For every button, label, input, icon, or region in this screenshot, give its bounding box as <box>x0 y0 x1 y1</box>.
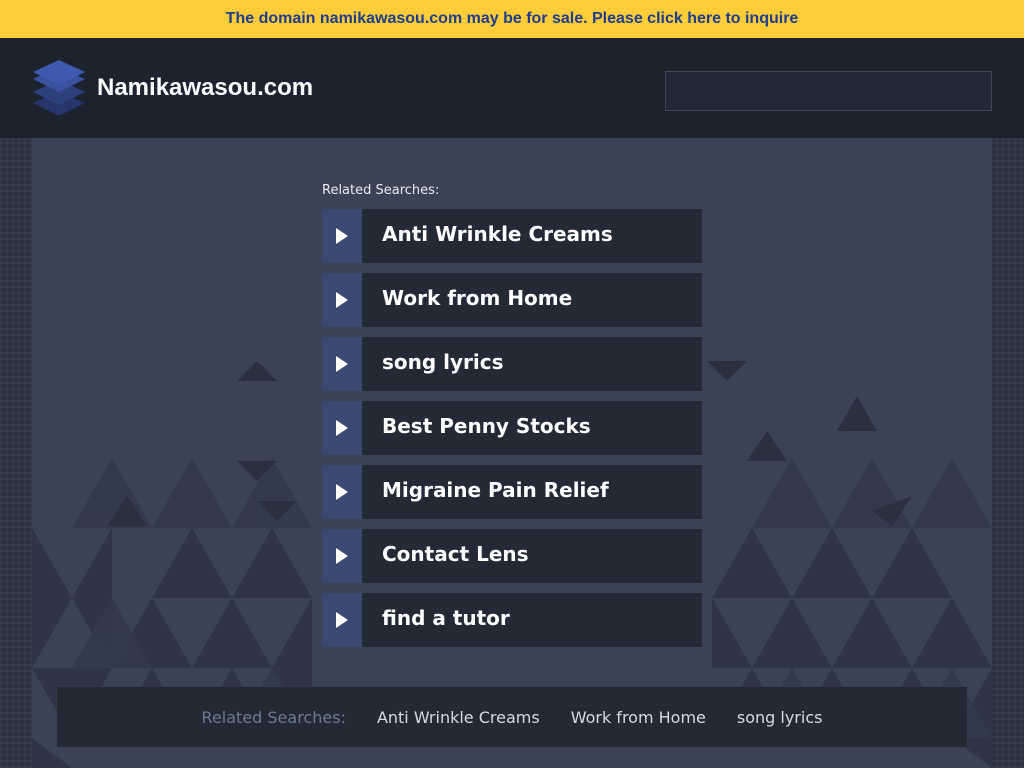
related-links-list: Anti Wrinkle Creams Work from Home song … <box>322 209 702 657</box>
related-searches-label: Related Searches: <box>322 183 440 198</box>
related-link-label[interactable]: Contact Lens <box>362 529 702 583</box>
related-link[interactable]: Anti Wrinkle Creams <box>322 209 702 263</box>
footer-link[interactable]: song lyrics <box>737 708 823 727</box>
related-link[interactable]: Work from Home <box>322 273 702 327</box>
play-triangle-icon <box>322 209 362 263</box>
main-panel: Related Searches: Anti Wrinkle Creams Wo… <box>32 138 992 768</box>
footer-link[interactable]: Work from Home <box>571 708 706 727</box>
sale-banner-text[interactable]: The domain namikawasou.com may be for sa… <box>226 10 799 28</box>
related-link-label[interactable]: Work from Home <box>362 273 702 327</box>
related-link[interactable]: Contact Lens <box>322 529 702 583</box>
play-triangle-icon <box>322 273 362 327</box>
sale-banner[interactable]: The domain namikawasou.com may be for sa… <box>0 0 1024 38</box>
related-link-label[interactable]: song lyrics <box>362 337 702 391</box>
play-triangle-icon <box>322 401 362 455</box>
play-triangle-icon <box>322 593 362 647</box>
related-link[interactable]: find a tutor <box>322 593 702 647</box>
search-input[interactable] <box>665 71 992 111</box>
related-link-label[interactable]: Anti Wrinkle Creams <box>362 209 702 263</box>
play-triangle-icon <box>322 529 362 583</box>
stacked-layers-icon[interactable] <box>32 58 86 118</box>
related-link[interactable]: Migraine Pain Relief <box>322 465 702 519</box>
play-triangle-icon <box>322 337 362 391</box>
footer-link[interactable]: Anti Wrinkle Creams <box>377 708 540 727</box>
footer-related-label: Related Searches: <box>201 707 346 727</box>
header: Namikawasou.com <box>0 38 1024 138</box>
related-link[interactable]: Best Penny Stocks <box>322 401 702 455</box>
related-link-label[interactable]: Migraine Pain Relief <box>362 465 702 519</box>
related-link-label[interactable]: find a tutor <box>362 593 702 647</box>
footer-related-bar: Related Searches: Anti Wrinkle Creams Wo… <box>57 687 967 747</box>
related-link[interactable]: song lyrics <box>322 337 702 391</box>
site-title[interactable]: Namikawasou.com <box>97 74 313 102</box>
play-triangle-icon <box>322 465 362 519</box>
related-link-label[interactable]: Best Penny Stocks <box>362 401 702 455</box>
